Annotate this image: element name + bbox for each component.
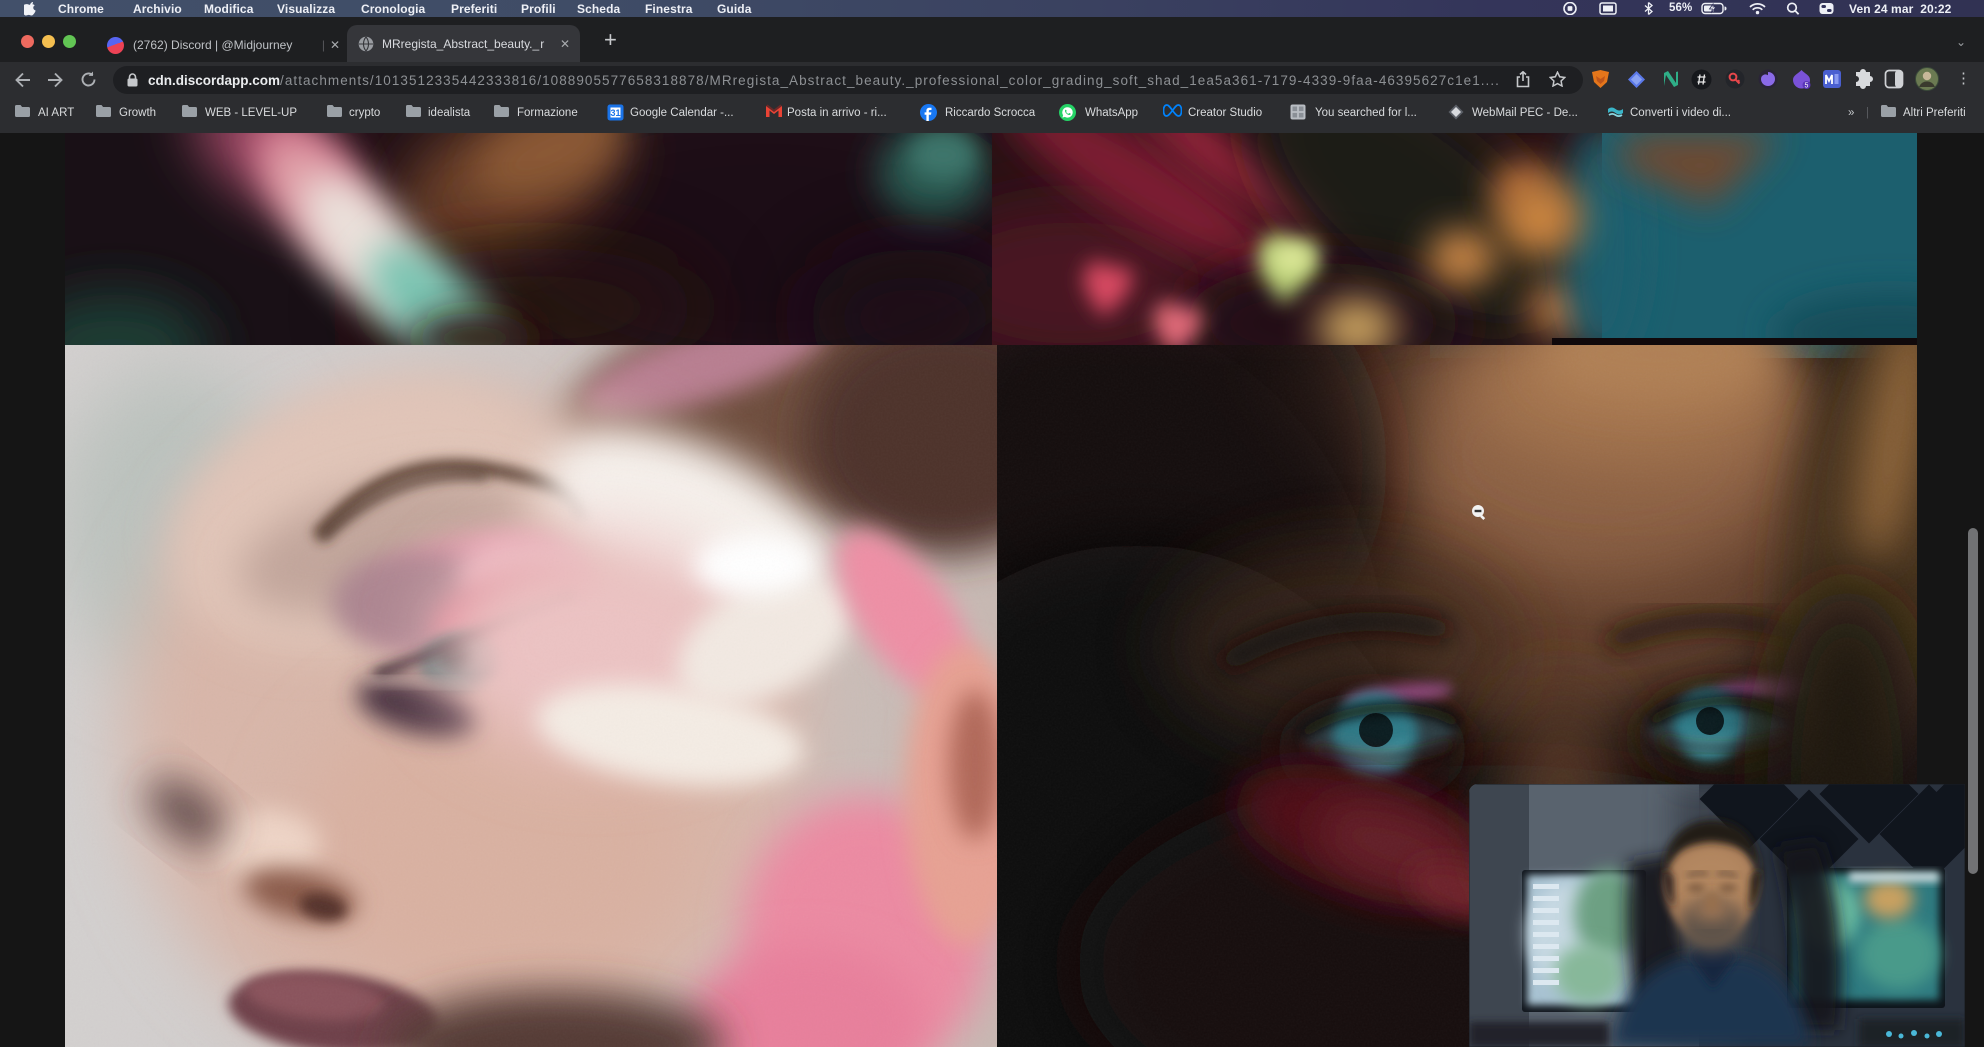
svg-text:5: 5 [1805, 83, 1809, 90]
svg-text:31: 31 [610, 108, 620, 118]
